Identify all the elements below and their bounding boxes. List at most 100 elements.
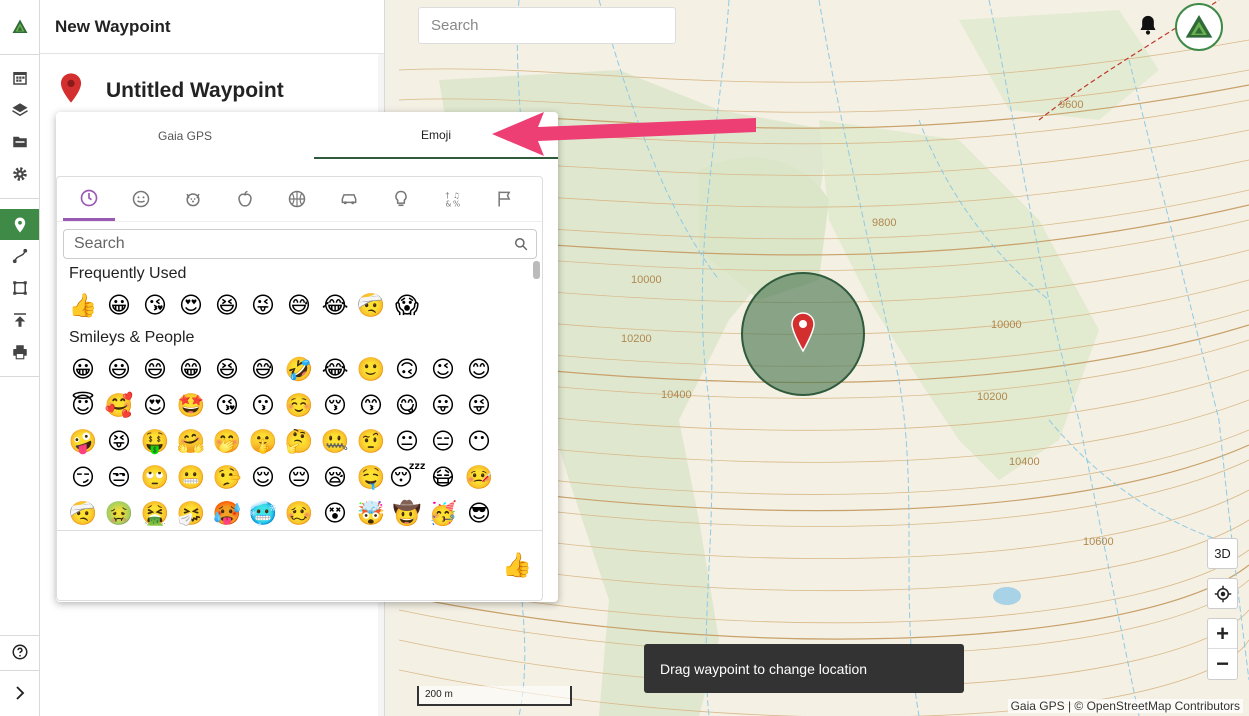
emoji-button[interactable]: 😶 xyxy=(461,423,497,459)
print-button[interactable] xyxy=(0,337,39,367)
emoji-button[interactable]: 😀 xyxy=(101,287,137,323)
waypoint-title[interactable]: Untitled Waypoint xyxy=(106,79,284,103)
emoji-button[interactable]: 🤪 xyxy=(65,423,101,459)
emoji-button[interactable]: 😑 xyxy=(425,423,461,459)
category-flags[interactable] xyxy=(479,177,531,221)
emoji-button[interactable]: 🤭 xyxy=(209,423,245,459)
waypoint-marker-button[interactable] xyxy=(60,72,82,109)
emoji-button[interactable]: 😇 xyxy=(65,387,101,423)
emoji-button[interactable]: 🤣 xyxy=(281,351,317,387)
emoji-button[interactable]: 👍 xyxy=(65,287,101,323)
emoji-button[interactable]: 🤑 xyxy=(137,423,173,459)
map-attribution[interactable]: Gaia GPS | © OpenStreetMap Contributors xyxy=(1007,699,1243,713)
emoji-button[interactable]: 🤒 xyxy=(461,459,497,495)
emoji-button[interactable]: 😐 xyxy=(389,423,425,459)
emoji-button[interactable]: 😚 xyxy=(317,387,353,423)
emoji-button[interactable]: 😴 xyxy=(389,459,426,495)
layers-button[interactable] xyxy=(0,95,39,125)
emoji-scrollbar-thumb[interactable] xyxy=(533,261,540,279)
emoji-button[interactable]: 😘 xyxy=(209,387,245,423)
emoji-button[interactable]: 😃 xyxy=(101,351,137,387)
category-activity[interactable] xyxy=(271,177,323,221)
emoji-button[interactable]: 🤫 xyxy=(245,423,281,459)
emoji-button[interactable]: 😜 xyxy=(461,387,497,423)
folder-button[interactable] xyxy=(0,127,39,157)
emoji-button[interactable]: 🤥 xyxy=(209,459,245,495)
category-food[interactable] xyxy=(219,177,271,221)
emoji-button[interactable]: 🤔 xyxy=(281,423,317,459)
emoji-button[interactable]: 🙂 xyxy=(353,351,389,387)
emoji-button[interactable]: 😍 xyxy=(137,387,173,423)
emoji-button[interactable]: 🤢 xyxy=(101,495,137,529)
emoji-search-input[interactable] xyxy=(64,230,504,258)
emoji-button[interactable]: 😱 xyxy=(389,287,425,323)
emoji-button[interactable]: 😉 xyxy=(425,351,461,387)
tab-gaia-gps[interactable]: Gaia GPS xyxy=(56,112,314,159)
upload-button[interactable] xyxy=(0,305,39,335)
emoji-button[interactable]: 🤮 xyxy=(137,495,173,529)
emoji-button[interactable]: 😒 xyxy=(101,459,137,495)
emoji-button[interactable]: 😏 xyxy=(65,459,101,495)
emoji-button[interactable]: 😬 xyxy=(173,459,209,495)
emoji-button[interactable]: 🤐 xyxy=(317,423,353,459)
category-objects[interactable] xyxy=(375,177,427,221)
emoji-scroll-area[interactable]: Frequently Used 👍 😀 😘 😍 😆 😜 😅 😂 🤕 😱 Smileys & Peo… xyxy=(57,263,542,529)
category-symbols[interactable]: † ♫ &% xyxy=(427,177,479,221)
emoji-button[interactable]: 🥵 xyxy=(209,495,245,529)
map-search-input[interactable] xyxy=(418,7,676,44)
category-smileys[interactable] xyxy=(115,177,167,221)
emoji-button[interactable]: 🤧 xyxy=(173,495,209,529)
emoji-button[interactable]: 😂 xyxy=(317,351,353,387)
emoji-button[interactable]: 😎 xyxy=(461,495,497,529)
emoji-button[interactable]: 😙 xyxy=(353,387,389,423)
account-avatar[interactable] xyxy=(1175,3,1223,51)
route-tool-button[interactable] xyxy=(0,241,39,271)
help-button[interactable] xyxy=(0,637,39,667)
locate-me-button[interactable] xyxy=(1207,578,1238,609)
emoji-button[interactable]: 😵 xyxy=(317,495,353,529)
emoji-button[interactable]: 😌 xyxy=(245,459,281,495)
emoji-button[interactable]: 🤕 xyxy=(353,287,389,323)
emoji-button[interactable]: 🤕 xyxy=(65,495,101,529)
emoji-button[interactable]: 😀 xyxy=(65,351,101,387)
emoji-button[interactable]: 😗 xyxy=(245,387,281,423)
emoji-button[interactable]: 🤩 xyxy=(173,387,209,423)
emoji-button[interactable]: 😪 xyxy=(317,459,353,495)
emoji-button[interactable]: 🤠 xyxy=(389,495,425,529)
emoji-button[interactable]: 😛 xyxy=(425,387,461,423)
waypoint-tool-button[interactable] xyxy=(0,209,39,240)
emoji-button[interactable]: 🥳 xyxy=(425,495,461,529)
emoji-button[interactable]: 😝 xyxy=(101,423,137,459)
emoji-button[interactable]: 🥶 xyxy=(245,495,281,529)
category-animals[interactable] xyxy=(167,177,219,221)
emoji-button[interactable]: 🥰 xyxy=(101,387,137,423)
emoji-button[interactable]: 😔 xyxy=(281,459,317,495)
category-frequently-used[interactable] xyxy=(63,177,115,221)
emoji-button[interactable]: 🤯 xyxy=(353,495,389,529)
zoom-out-button[interactable]: − xyxy=(1208,649,1237,679)
expand-panel-button[interactable] xyxy=(0,678,39,708)
zoom-in-button[interactable]: + xyxy=(1208,619,1237,649)
calendar-button[interactable] xyxy=(0,63,39,93)
settings-button[interactable] xyxy=(0,159,39,189)
emoji-button[interactable]: 😅 xyxy=(245,351,281,387)
emoji-button[interactable]: 😜 xyxy=(245,287,281,323)
emoji-button[interactable]: 😆 xyxy=(209,287,245,323)
emoji-button[interactable]: 😁 xyxy=(173,351,209,387)
emoji-button[interactable]: 🤤 xyxy=(353,459,389,495)
emoji-button[interactable]: 😘 xyxy=(137,287,173,323)
emoji-button[interactable]: ☺️ xyxy=(281,387,317,423)
3d-toggle-button[interactable]: 3D xyxy=(1207,538,1238,569)
emoji-button[interactable]: 😍 xyxy=(173,287,209,323)
emoji-button[interactable]: 😷 xyxy=(425,459,461,495)
emoji-button[interactable]: 😂 xyxy=(317,287,353,323)
emoji-button[interactable]: 🙄 xyxy=(137,459,173,495)
area-tool-button[interactable] xyxy=(0,273,39,303)
emoji-button[interactable]: 😋 xyxy=(389,387,425,423)
emoji-button[interactable]: 😅 xyxy=(281,287,317,323)
category-travel[interactable] xyxy=(323,177,375,221)
emoji-button[interactable]: 🤨 xyxy=(353,423,389,459)
gaia-logo[interactable] xyxy=(0,10,39,44)
emoji-button[interactable]: 😄 xyxy=(137,351,173,387)
emoji-button[interactable]: 🥴 xyxy=(281,495,317,529)
